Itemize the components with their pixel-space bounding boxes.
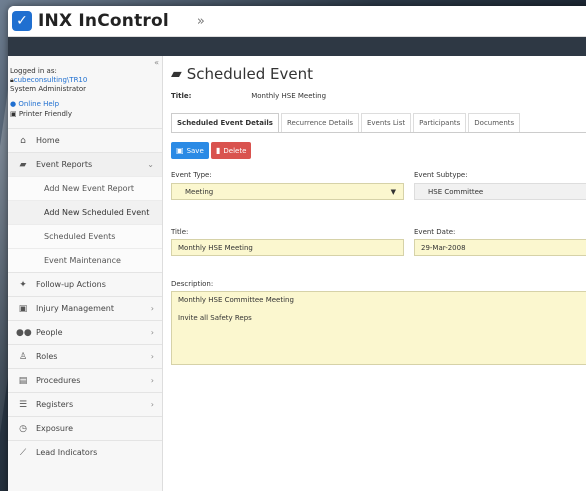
tab-participants[interactable]: Participants — [413, 113, 467, 132]
login-info: Logged in as: 🔒︎cubeconsulting\TR10 Syst… — [8, 56, 162, 94]
sidebar-subitem-event-maintenance[interactable]: Event Maintenance — [8, 248, 162, 272]
sidebar-item-injury-management[interactable]: ▣ Injury Management › — [8, 296, 162, 320]
sidebar-item-exposure[interactable]: ◷ Exposure — [8, 416, 162, 440]
title-summary-label: Title: — [171, 92, 192, 100]
page-title: ▰ Scheduled Event — [171, 65, 313, 83]
event-subtype-value: HSE Committee — [428, 188, 484, 196]
sidebar-collapse-icon[interactable]: « — [154, 58, 159, 67]
clock-icon: ◷ — [19, 423, 27, 434]
sidebar-item-label: Lead Indicators — [36, 448, 98, 457]
sidebar-item-roles[interactable]: ♙ Roles › — [8, 344, 162, 368]
sidebar-item-lead-indicators[interactable]: ⟋ Lead Indicators — [8, 440, 162, 464]
sidebar-subitem-label: Scheduled Events — [44, 232, 116, 241]
logo-icon: ✓ — [12, 11, 32, 31]
sidebar-item-label: Registers — [36, 400, 74, 409]
online-help-label: Online Help — [18, 100, 60, 108]
sidebar-subitem-scheduled-events[interactable]: Scheduled Events — [8, 224, 162, 248]
title-field-label: Title: — [171, 228, 189, 236]
dropdown-arrow-icon: ▼ — [390, 188, 396, 196]
event-type-label: Event Type: — [171, 171, 212, 179]
title-summary: Title: Monthly HSE Meeting — [171, 92, 326, 100]
event-date-input[interactable]: 29-Mar-2008 — [414, 239, 586, 256]
users-icon: ●● — [16, 327, 32, 338]
sidebar-item-people[interactable]: ●● People › — [8, 320, 162, 344]
question-circle-icon: ● — [10, 100, 17, 108]
tab-bar: Scheduled Event Details Recurrence Detai… — [171, 113, 586, 133]
sidebar-subitem-label: Add New Scheduled Event — [44, 208, 150, 217]
sidebar-item-registers[interactable]: ☰ Registers › — [8, 392, 162, 416]
nav-bar — [8, 37, 586, 56]
sidebar-subitem-label: Event Maintenance — [44, 256, 121, 265]
title-summary-value: Monthly HSE Meeting — [251, 92, 327, 100]
printer-friendly-link[interactable]: ▣ Printer Friendly — [8, 109, 162, 119]
event-subtype-label: Event Subtype: — [414, 171, 468, 179]
chevron-right-icon: › — [150, 376, 154, 385]
chevron-down-icon: ⌄ — [147, 160, 154, 169]
sidebar-menu: ⌂ Home ▰ Event Reports ⌄ Add New Event R… — [8, 128, 162, 464]
folder-open-icon: ▰ — [19, 159, 27, 170]
chevron-right-icon: › — [150, 328, 154, 337]
sidebar-item-label: Procedures — [36, 376, 81, 385]
chevron-right-icon: › — [150, 304, 154, 313]
delete-button[interactable]: ▮ Delete — [211, 142, 252, 159]
event-subtype-select[interactable]: HSE Committee — [414, 183, 586, 200]
online-help-link[interactable]: ● Online Help — [8, 99, 162, 109]
sidebar-item-event-reports[interactable]: ▰ Event Reports ⌄ — [8, 152, 162, 176]
printer-icon: ▣ — [10, 110, 17, 118]
folder-open-icon: ▰ — [171, 66, 182, 82]
sidebar-item-label: Event Reports — [36, 160, 93, 169]
sidebar: « Logged in as: 🔒︎cubeconsulting\TR10 Sy… — [8, 56, 163, 491]
sidebar-subitem-add-new-event-report[interactable]: Add New Event Report — [8, 176, 162, 200]
sidebar-item-label: Injury Management — [36, 304, 114, 313]
app-window: ✓ INX InControl » « Logged in as: 🔒︎cube… — [8, 6, 586, 491]
sidebar-item-label: Follow-up Actions — [36, 280, 106, 289]
tab-scheduled-event-details[interactable]: Scheduled Event Details — [171, 113, 279, 132]
sidebar-item-label: Exposure — [36, 424, 74, 433]
save-icon: ▣ — [176, 146, 184, 155]
chevron-right-icon: › — [150, 400, 154, 409]
double-chevron-down-icon[interactable]: » — [197, 14, 205, 29]
app-title: INX InControl — [38, 11, 169, 31]
save-button[interactable]: ▣ Save — [171, 142, 209, 159]
event-date-label: Event Date: — [414, 228, 456, 236]
description-textarea[interactable]: Monthly HSE Committee Meeting Invite all… — [171, 291, 586, 365]
logged-in-label: Logged in as: — [10, 67, 57, 75]
sidebar-item-procedures[interactable]: ▤ Procedures › — [8, 368, 162, 392]
event-type-value: Meeting — [185, 188, 214, 196]
tab-documents[interactable]: Documents — [468, 113, 521, 132]
description-line: Monthly HSE Committee Meeting — [178, 296, 294, 304]
sidebar-subitem-label: Add New Event Report — [44, 184, 135, 193]
printer-friendly-label: Printer Friendly — [18, 110, 72, 118]
description-label: Description: — [171, 280, 214, 288]
home-icon: ⌂ — [20, 135, 26, 146]
top-bar: ✓ INX InControl » — [8, 6, 586, 37]
page-title-text: Scheduled Event — [186, 65, 313, 83]
user-role: System Administrator — [10, 85, 87, 93]
tab-events-list[interactable]: Events List — [360, 113, 412, 132]
chevron-right-icon: › — [150, 352, 154, 361]
sidebar-item-label: Home — [36, 136, 60, 145]
sidebar-item-home[interactable]: ⌂ Home — [8, 128, 162, 152]
line-chart-icon: ⟋ — [19, 447, 27, 458]
tab-recurrence-details[interactable]: Recurrence Details — [280, 113, 359, 132]
sidebar-item-follow-up-actions[interactable]: ✦ Follow-up Actions — [8, 272, 162, 296]
sidebar-item-label: Roles — [36, 352, 58, 361]
book-icon: ▤ — [18, 375, 28, 386]
sidebar-subitem-add-new-scheduled-event[interactable]: Add New Scheduled Event — [8, 200, 162, 224]
title-input[interactable]: Monthly HSE Meeting — [171, 239, 404, 256]
save-button-label: Save — [186, 146, 204, 155]
medkit-icon: ▣ — [18, 303, 28, 314]
user-tie-icon: ♙ — [18, 351, 28, 362]
running-icon: ✦ — [19, 279, 27, 290]
description-line: Invite all Safety Reps — [178, 314, 252, 322]
trash-icon: ▮ — [216, 146, 221, 155]
sidebar-item-label: People — [36, 328, 63, 337]
event-type-select[interactable]: Meeting ▼ — [171, 183, 404, 200]
list-icon: ☰ — [18, 399, 28, 410]
main-content: ▰ Scheduled Event Title: Monthly HSE Mee… — [165, 56, 586, 491]
username-link[interactable]: cubeconsulting\TR10 — [14, 76, 88, 84]
delete-button-label: Delete — [223, 146, 247, 155]
